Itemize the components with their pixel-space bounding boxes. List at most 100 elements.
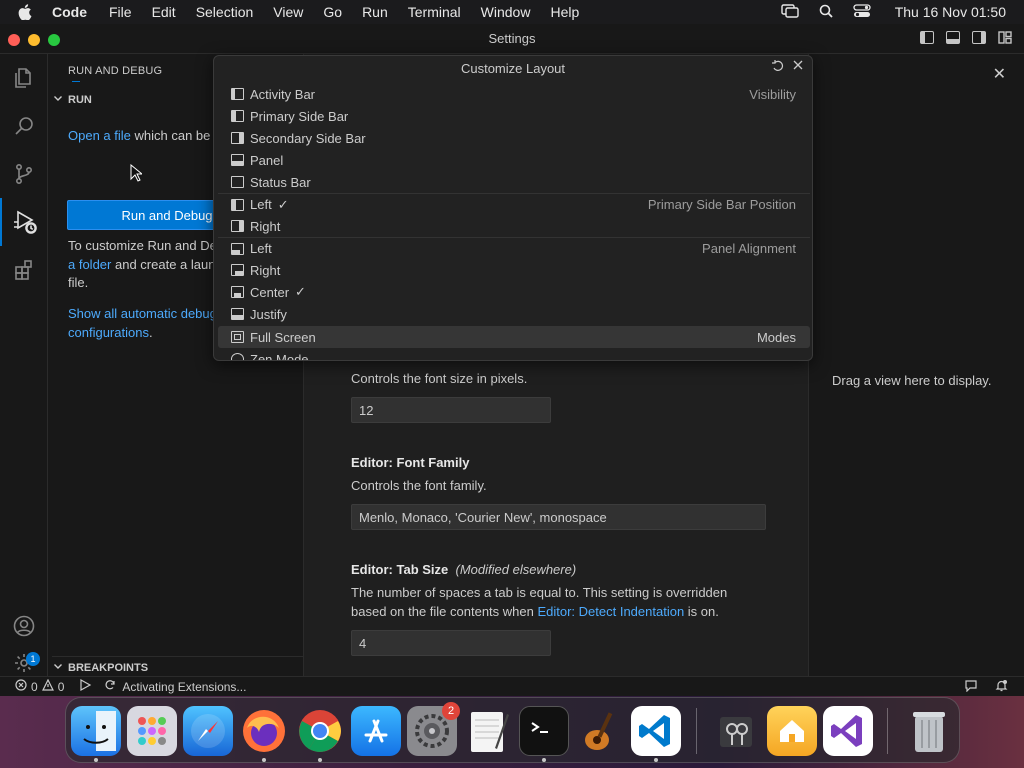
manage-gear-icon[interactable]: 1 — [0, 650, 48, 676]
explorer-icon[interactable] — [0, 54, 48, 102]
activity-bar: 1 — [0, 54, 48, 676]
customize-layout-icon[interactable] — [998, 31, 1012, 47]
quickpick-item-secondary-side-bar[interactable]: Secondary Side Bar — [218, 127, 810, 149]
tab-size-input[interactable]: 4 — [351, 630, 551, 656]
extensions-icon[interactable] — [0, 246, 48, 294]
dock-divider — [887, 708, 888, 754]
accounts-icon[interactable] — [0, 602, 48, 650]
font-family-description: Controls the font family. — [351, 478, 487, 493]
quickpick-item-panel[interactable]: Panel — [218, 149, 810, 171]
quickpick-item-sidebar-left[interactable]: Left ✓ Primary Side Bar Position — [218, 193, 810, 215]
menu-terminal[interactable]: Terminal — [408, 4, 461, 20]
finder-icon[interactable] — [71, 706, 121, 756]
show-all-configs-link-2[interactable]: configurations — [68, 325, 149, 340]
menu-view[interactable]: View — [273, 4, 303, 20]
run-and-debug-icon[interactable] — [0, 198, 48, 246]
tab-size-desc-3: is on. — [684, 604, 719, 619]
garageband-icon[interactable] — [575, 706, 625, 756]
warning-count: 0 — [57, 679, 65, 694]
quickpick-item-panel-justify[interactable]: Justify — [218, 303, 810, 325]
menu-file[interactable]: File — [109, 4, 132, 20]
menu-window[interactable]: Window — [481, 4, 531, 20]
toggle-primary-sidebar-icon[interactable] — [920, 31, 934, 44]
font-family-input[interactable]: Menlo, Monaco, 'Courier New', monospace — [351, 504, 766, 530]
safari-icon[interactable] — [183, 706, 233, 756]
menu-edit[interactable]: Edit — [152, 4, 176, 20]
breakpoints-section-header[interactable]: BREAKPOINTS — [52, 656, 303, 676]
show-all-configs-link[interactable]: Show all automatic debug — [68, 306, 217, 321]
detect-indentation-link[interactable]: Editor: Detect Indentation — [537, 604, 684, 619]
quickpick-item-activity-bar[interactable]: Activity Bar Visibility — [218, 83, 810, 105]
close-icon[interactable] — [792, 59, 804, 75]
toggle-secondary-sidebar-icon[interactable] — [972, 31, 986, 44]
menu-run[interactable]: Run — [362, 4, 388, 20]
menu-go[interactable]: Go — [323, 4, 342, 20]
visual-studio-icon[interactable] — [823, 706, 873, 756]
customize-text-4: file. — [68, 275, 89, 290]
firefox-icon[interactable] — [239, 706, 289, 756]
quickpick-item-zen-mode[interactable]: Zen Mode — [218, 348, 810, 360]
status-bar-icon — [231, 176, 244, 188]
debug-launch-icon[interactable] — [78, 678, 92, 694]
customize-layout-quickpick: Customize Layout Activity Bar Visibility… — [213, 55, 813, 361]
close-icon[interactable]: ✕ — [993, 64, 1006, 84]
launchpad-icon[interactable] — [127, 706, 177, 756]
menubar-clock[interactable]: Thu 16 Nov 01:50 — [895, 4, 1006, 20]
problems-indicator[interactable]: 0 0 — [15, 678, 65, 694]
quickpick-item-label: Status Bar — [250, 174, 311, 190]
macos-dock: 2 — [65, 697, 960, 763]
source-control-icon[interactable] — [0, 150, 48, 198]
textedit-icon[interactable] — [463, 706, 513, 756]
terminal-icon[interactable] — [519, 706, 569, 756]
toggle-panel-icon[interactable] — [946, 31, 960, 44]
full-screen-icon — [231, 331, 244, 343]
vscode-running-dot — [654, 758, 658, 762]
apple-menu-icon[interactable] — [18, 4, 36, 20]
notifications-bell-icon[interactable] — [995, 679, 1008, 695]
screen-mirroring-icon[interactable] — [781, 3, 799, 21]
quickpick-group-label: Primary Side Bar Position — [647, 197, 796, 212]
checkmark-icon: ✓ — [295, 284, 306, 299]
activating-extensions-status[interactable]: Activating Extensions... — [104, 679, 246, 694]
font-size-input[interactable]: 12 — [351, 397, 551, 423]
open-file-link[interactable]: Open a file — [68, 128, 131, 143]
zoom-window-button[interactable] — [48, 34, 60, 46]
feedback-icon[interactable] — [964, 679, 978, 695]
quickpick-item-panel-center[interactable]: Center ✓ — [218, 281, 810, 303]
open-folder-link[interactable]: a folder — [68, 257, 111, 272]
menu-selection[interactable]: Selection — [196, 4, 254, 20]
quickpick-item-label: Right — [250, 218, 281, 234]
chevron-down-icon — [52, 660, 64, 675]
quickpick-item-panel-left[interactable]: Left Panel Alignment — [218, 237, 810, 259]
reset-layout-icon[interactable] — [771, 59, 784, 75]
close-window-button[interactable] — [8, 34, 20, 46]
vscode-dock-icon[interactable] — [631, 706, 681, 756]
app-store-icon[interactable] — [351, 706, 401, 756]
quickpick-item-primary-side-bar[interactable]: Primary Side Bar — [218, 105, 810, 127]
keychain-access-icon[interactable] — [711, 706, 761, 756]
quickpick-group-label: Visibility — [749, 86, 796, 102]
trash-icon[interactable] — [904, 706, 954, 756]
finder-running-dot — [94, 758, 98, 762]
quickpick-item-label: Activity Bar — [250, 86, 316, 102]
chevron-down-icon — [52, 92, 64, 107]
quickpick-item-sidebar-right[interactable]: Right — [218, 215, 810, 237]
tab-size-modified[interactable]: (Modified elsewhere) — [456, 562, 577, 577]
quickpick-item-label: Center — [250, 284, 290, 300]
menu-help[interactable]: Help — [550, 4, 579, 20]
menu-app-name[interactable]: Code — [52, 4, 87, 20]
search-icon[interactable] — [0, 102, 48, 150]
chrome-icon[interactable] — [295, 706, 345, 756]
quickpick-item-label: Left — [250, 197, 272, 212]
layout-controls — [920, 31, 1012, 47]
dock-divider — [696, 708, 697, 754]
minimize-window-button[interactable] — [28, 34, 40, 46]
secondary-sidebar: ✕ Drag a view here to display. — [808, 54, 1024, 676]
quickpick-item-status-bar[interactable]: Status Bar — [218, 171, 810, 193]
spotlight-search-icon[interactable] — [819, 4, 833, 21]
home-icon[interactable] — [767, 706, 817, 756]
run-section-header[interactable]: RUN — [52, 92, 92, 107]
quickpick-item-full-screen[interactable]: Full Screen Modes — [218, 326, 810, 348]
quickpick-item-panel-right[interactable]: Right — [218, 259, 810, 281]
control-center-icon[interactable] — [853, 3, 871, 21]
